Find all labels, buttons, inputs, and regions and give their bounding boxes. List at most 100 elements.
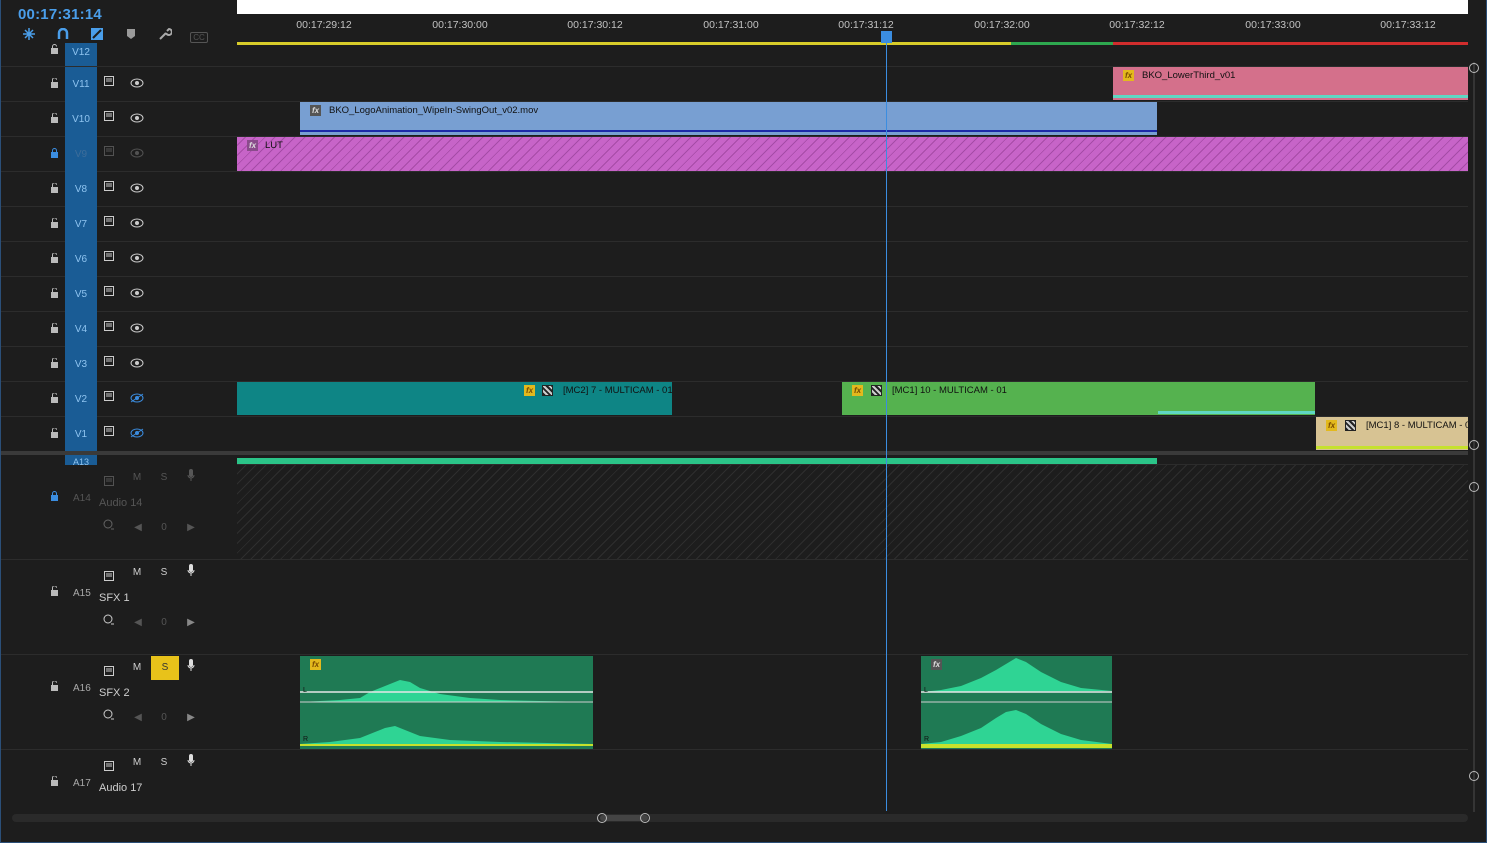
clip-lut-adjustment[interactable]: fx LUT	[237, 137, 1468, 171]
lock-icon[interactable]	[50, 427, 60, 440]
eye-icon[interactable]	[130, 250, 144, 263]
clip-mc1-8[interactable]: fx [MC1] 8 - MULTICAM - 01	[1316, 417, 1468, 450]
track-target-v7[interactable]: V7	[65, 207, 97, 242]
eye-icon[interactable]	[130, 110, 144, 123]
video-lane-v8[interactable]	[237, 172, 1468, 207]
track-target-v8[interactable]: V8	[65, 172, 97, 207]
vertical-scrollbar[interactable]	[1473, 62, 1475, 812]
track-target-v11[interactable]: V11	[65, 67, 97, 102]
audio-lane-a15[interactable]	[237, 560, 1468, 655]
lock-icon[interactable]	[50, 252, 60, 265]
eye-hidden-icon[interactable]	[130, 390, 144, 403]
clip-lower-third[interactable]: fx BKO_LowerThird_v01	[1113, 67, 1468, 100]
video-lane-v7[interactable]	[237, 207, 1468, 242]
lock-icon[interactable]	[50, 680, 60, 693]
mute-button[interactable]: M	[128, 659, 146, 677]
track-name[interactable]: Audio 17	[99, 782, 142, 794]
audio-clip-a13[interactable]	[237, 458, 1157, 464]
prev-keyframe-icon[interactable]: ◀	[129, 614, 147, 632]
eye-icon[interactable]	[130, 180, 144, 193]
prev-keyframe-icon[interactable]: ◀	[129, 519, 147, 537]
sync-lock-icon[interactable]	[104, 283, 118, 296]
video-scroll-bottom-handle[interactable]	[1469, 440, 1479, 450]
audio-scroll-bottom-handle[interactable]	[1469, 771, 1479, 781]
eye-icon[interactable]	[130, 145, 144, 158]
audio-lane-a14[interactable]	[237, 465, 1468, 560]
next-keyframe-icon[interactable]: ▶	[182, 614, 200, 632]
sync-lock-icon[interactable]	[104, 423, 118, 436]
solo-button[interactable]: S	[155, 469, 173, 487]
mute-button[interactable]: M	[128, 564, 146, 582]
lock-icon[interactable]	[50, 585, 60, 598]
track-target-v5[interactable]: V5	[65, 277, 97, 312]
lock-icon[interactable]	[50, 357, 60, 370]
eye-icon[interactable]	[130, 355, 144, 368]
track-target-a13[interactable]: A13	[65, 455, 97, 465]
audio-scroll-top-handle[interactable]	[1469, 482, 1479, 492]
voiceover-mic-icon[interactable]	[182, 659, 200, 677]
lock-icon[interactable]	[50, 217, 60, 230]
zoom-scroll-bar[interactable]	[237, 0, 1468, 14]
volume-knob-icon[interactable]	[100, 614, 118, 632]
sync-lock-icon[interactable]	[104, 213, 118, 226]
voiceover-mic-icon[interactable]	[182, 754, 200, 772]
eye-icon[interactable]	[130, 320, 144, 333]
volume-value[interactable]: 0	[155, 614, 173, 632]
video-lane-v3[interactable]	[237, 347, 1468, 382]
clip-logo-animation[interactable]: fx BKO_LogoAnimation_WipeIn-SwingOut_v02…	[300, 102, 1157, 135]
lock-icon[interactable]	[50, 77, 60, 90]
video-lane-v6[interactable]	[237, 242, 1468, 277]
voiceover-mic-icon[interactable]	[182, 469, 200, 487]
video-lane-v9[interactable]: fx LUT	[237, 137, 1468, 172]
sync-lock-icon[interactable]	[104, 663, 118, 676]
sync-lock-icon[interactable]	[104, 248, 118, 261]
volume-value[interactable]: 0	[155, 709, 173, 727]
audio-lane-a13[interactable]	[237, 455, 1468, 465]
track-name[interactable]: Audio 14	[99, 497, 142, 509]
track-target-v3[interactable]: V3	[65, 347, 97, 382]
eye-hidden-icon[interactable]	[130, 425, 144, 438]
volume-knob-icon[interactable]	[100, 709, 118, 727]
track-name[interactable]: SFX 2	[99, 687, 130, 699]
sync-lock-icon[interactable]	[104, 108, 118, 121]
video-lane-v12[interactable]	[237, 43, 1468, 67]
solo-button-active[interactable]: S	[151, 656, 179, 680]
zoom-handle-right[interactable]	[640, 813, 650, 823]
track-target-v1[interactable]: V1	[65, 417, 97, 452]
playhead-line[interactable]	[886, 43, 887, 811]
eye-icon[interactable]	[130, 215, 144, 228]
lock-icon[interactable]	[50, 182, 60, 195]
volume-knob-icon[interactable]	[100, 519, 118, 537]
next-keyframe-icon[interactable]: ▶	[182, 519, 200, 537]
video-lane-v5[interactable]	[237, 277, 1468, 312]
horizontal-scrollbar[interactable]	[12, 814, 1468, 822]
track-target-v4[interactable]: V4	[65, 312, 97, 347]
lock-icon[interactable]	[50, 322, 60, 335]
mute-button[interactable]: M	[128, 754, 146, 772]
video-lane-v4[interactable]	[237, 312, 1468, 347]
audio-clip-sfx-b[interactable]: fx L R	[921, 656, 1112, 749]
video-scroll-top-handle[interactable]	[1469, 63, 1479, 73]
track-target-v12[interactable]: V12	[65, 43, 97, 66]
audio-clip-sfx-a[interactable]: fx L R	[300, 656, 593, 749]
eye-icon[interactable]	[130, 75, 144, 88]
lock-icon[interactable]	[50, 775, 60, 788]
lock-icon-locked[interactable]	[50, 148, 60, 160]
lock-icon[interactable]	[50, 44, 60, 56]
sync-lock-icon[interactable]	[104, 143, 118, 156]
playhead-handle[interactable]	[881, 31, 892, 43]
solo-button[interactable]: S	[155, 564, 173, 582]
track-target-v6[interactable]: V6	[65, 242, 97, 277]
lock-icon[interactable]	[50, 112, 60, 125]
lock-icon-locked[interactable]	[50, 491, 60, 503]
lock-icon[interactable]	[50, 392, 60, 405]
track-target-v2[interactable]: V2	[65, 382, 97, 417]
zoom-handle-left[interactable]	[597, 813, 607, 823]
solo-button[interactable]: S	[155, 754, 173, 772]
sync-lock-icon[interactable]	[104, 473, 118, 486]
video-lane-v1[interactable]: fx [MC1] 8 - MULTICAM - 01	[237, 417, 1468, 452]
sync-lock-icon[interactable]	[104, 318, 118, 331]
sync-lock-icon[interactable]	[104, 568, 118, 581]
sync-lock-icon[interactable]	[104, 178, 118, 191]
voiceover-mic-icon[interactable]	[182, 564, 200, 582]
